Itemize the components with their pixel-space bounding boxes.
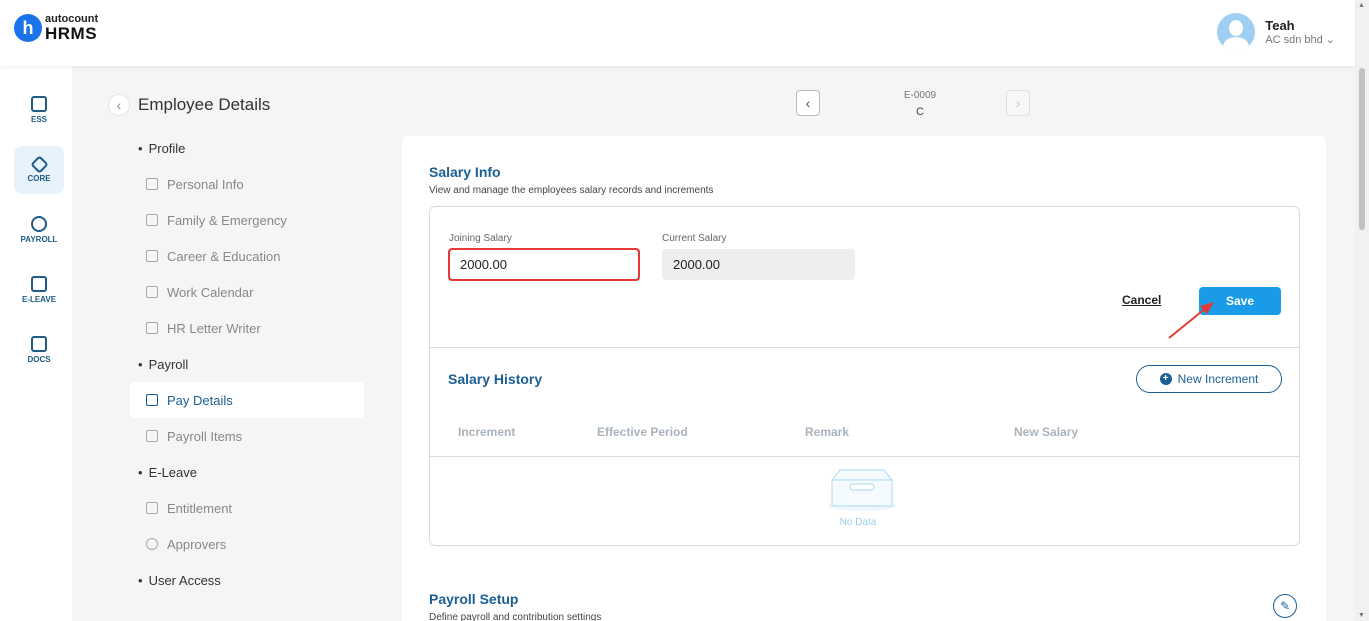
column-header-effective-period: Effective Period <box>597 425 688 439</box>
top-header: h autocount HRMS Teah AC sdn bhd ⌄ <box>0 0 1355 66</box>
nav-item-career-education[interactable]: Career & Education <box>130 238 364 274</box>
nav-item-hr-letter-writer[interactable]: HR Letter Writer <box>130 310 364 346</box>
nav-section-profile: • Profile <box>138 140 186 156</box>
payroll-items-icon <box>146 430 158 442</box>
pencil-icon: ✎ <box>1279 599 1291 613</box>
id-icon <box>146 178 158 190</box>
column-header-increment: Increment <box>458 425 516 439</box>
joining-salary-label: Joining Salary <box>449 233 512 244</box>
user-menu[interactable]: Teah AC sdn bhd ⌄ <box>1217 13 1335 51</box>
cube-icon <box>29 154 49 174</box>
empty-box-icon <box>828 469 896 511</box>
chevron-left-icon: ‹ <box>805 95 811 111</box>
nav-item-approvers[interactable]: Approvers <box>130 526 364 562</box>
next-record-button[interactable]: › <box>1006 90 1030 116</box>
cancel-button[interactable]: Cancel <box>1122 293 1161 307</box>
nav-section-payroll: • Payroll <box>138 356 189 372</box>
nav-item-work-calendar[interactable]: Work Calendar <box>130 274 364 310</box>
logo-mark: h <box>14 14 42 42</box>
back-button[interactable]: ‹ <box>108 94 130 116</box>
user-name: Teah <box>1265 18 1295 33</box>
calendar-icon <box>146 286 158 298</box>
logo-big-text: HRMS <box>45 24 98 43</box>
nav-section-eleave: • E-Leave <box>138 464 197 480</box>
current-salary-field: 2000.00 <box>662 249 855 280</box>
employee-code: E-0009 <box>903 90 937 101</box>
module-rail: ESS CORE PAYROLL E-LEAVE DOCS <box>0 66 72 621</box>
entitlement-icon <box>146 502 158 514</box>
rail-label: CORE <box>27 173 51 183</box>
annotation-arrow-icon <box>1168 302 1214 339</box>
employee-name: C <box>916 106 924 118</box>
page-title: Employee Details <box>138 95 271 114</box>
person-icon <box>146 538 158 550</box>
no-data-text: No Data <box>839 517 877 528</box>
nav-item-payroll-items[interactable]: Payroll Items <box>130 418 364 454</box>
scroll-thumb[interactable] <box>1359 68 1365 230</box>
company-selector[interactable]: AC sdn bhd ⌄ <box>1265 33 1335 46</box>
column-header-new-salary: New Salary <box>1014 425 1079 439</box>
plus-icon: + <box>1159 373 1172 385</box>
rail-item-docs[interactable]: DOCS <box>14 326 64 374</box>
rail-label: DOCS <box>27 355 51 364</box>
letter-icon <box>146 322 158 334</box>
new-increment-button[interactable]: + New Increment <box>1136 365 1282 393</box>
rail-label: PAYROLL <box>20 235 58 244</box>
nav-item-pay-details[interactable]: Pay Details <box>130 382 364 418</box>
chevron-right-icon: › <box>1015 95 1021 111</box>
chevron-left-icon: ‹ <box>116 97 122 113</box>
bank-icon <box>146 394 158 406</box>
rail-item-core[interactable]: CORE <box>14 146 64 194</box>
scroll-up-icon[interactable]: ▲ <box>1358 2 1365 9</box>
nav-item-personal-info[interactable]: Personal Info <box>130 166 364 202</box>
dollar-icon <box>31 216 47 232</box>
briefcase-icon <box>146 250 158 262</box>
previous-record-button[interactable]: ‹ <box>796 90 820 116</box>
nav-section-user-access: • User Access <box>138 572 221 588</box>
rail-item-payroll[interactable]: PAYROLL <box>14 206 64 254</box>
rail-item-ess[interactable]: ESS <box>14 86 64 134</box>
panel-divider <box>430 347 1299 348</box>
calendar-icon <box>31 276 47 292</box>
payroll-setup-subtitle: Define payroll and contribution settings <box>429 612 602 621</box>
salary-info-title: Salary Info <box>429 164 501 180</box>
rail-label: ESS <box>30 115 47 124</box>
scroll-down-icon[interactable]: ▼ <box>1358 612 1365 619</box>
employee-section-nav: • Profile Personal Info Family & Emergenc… <box>130 130 364 598</box>
nav-item-family-emergency[interactable]: Family & Emergency <box>130 202 364 238</box>
app-logo[interactable]: h autocount HRMS <box>14 14 98 42</box>
id-card-icon <box>31 96 47 112</box>
current-salary-label: Current Salary <box>662 233 727 244</box>
joining-salary-input[interactable]: 2000.00 <box>449 249 639 280</box>
nav-item-entitlement[interactable]: Entitlement <box>130 490 364 526</box>
rail-label: E-LEAVE <box>21 295 57 304</box>
edit-payroll-setup-button[interactable]: ✎ <box>1273 594 1297 618</box>
page-scrollbar[interactable]: ▲ ▼ <box>1355 0 1369 621</box>
salary-info-subtitle: View and manage the employees salary rec… <box>429 185 714 196</box>
payroll-setup-title: Payroll Setup <box>429 591 519 607</box>
table-header-divider <box>430 456 1299 457</box>
avatar <box>1217 13 1256 51</box>
salary-history-title: Salary History <box>448 371 543 387</box>
rail-item-eleave[interactable]: E-LEAVE <box>14 266 64 314</box>
family-icon <box>146 214 158 226</box>
new-increment-label: New Increment <box>1177 372 1259 386</box>
column-header-remark: Remark <box>805 425 850 439</box>
document-icon <box>31 336 47 352</box>
